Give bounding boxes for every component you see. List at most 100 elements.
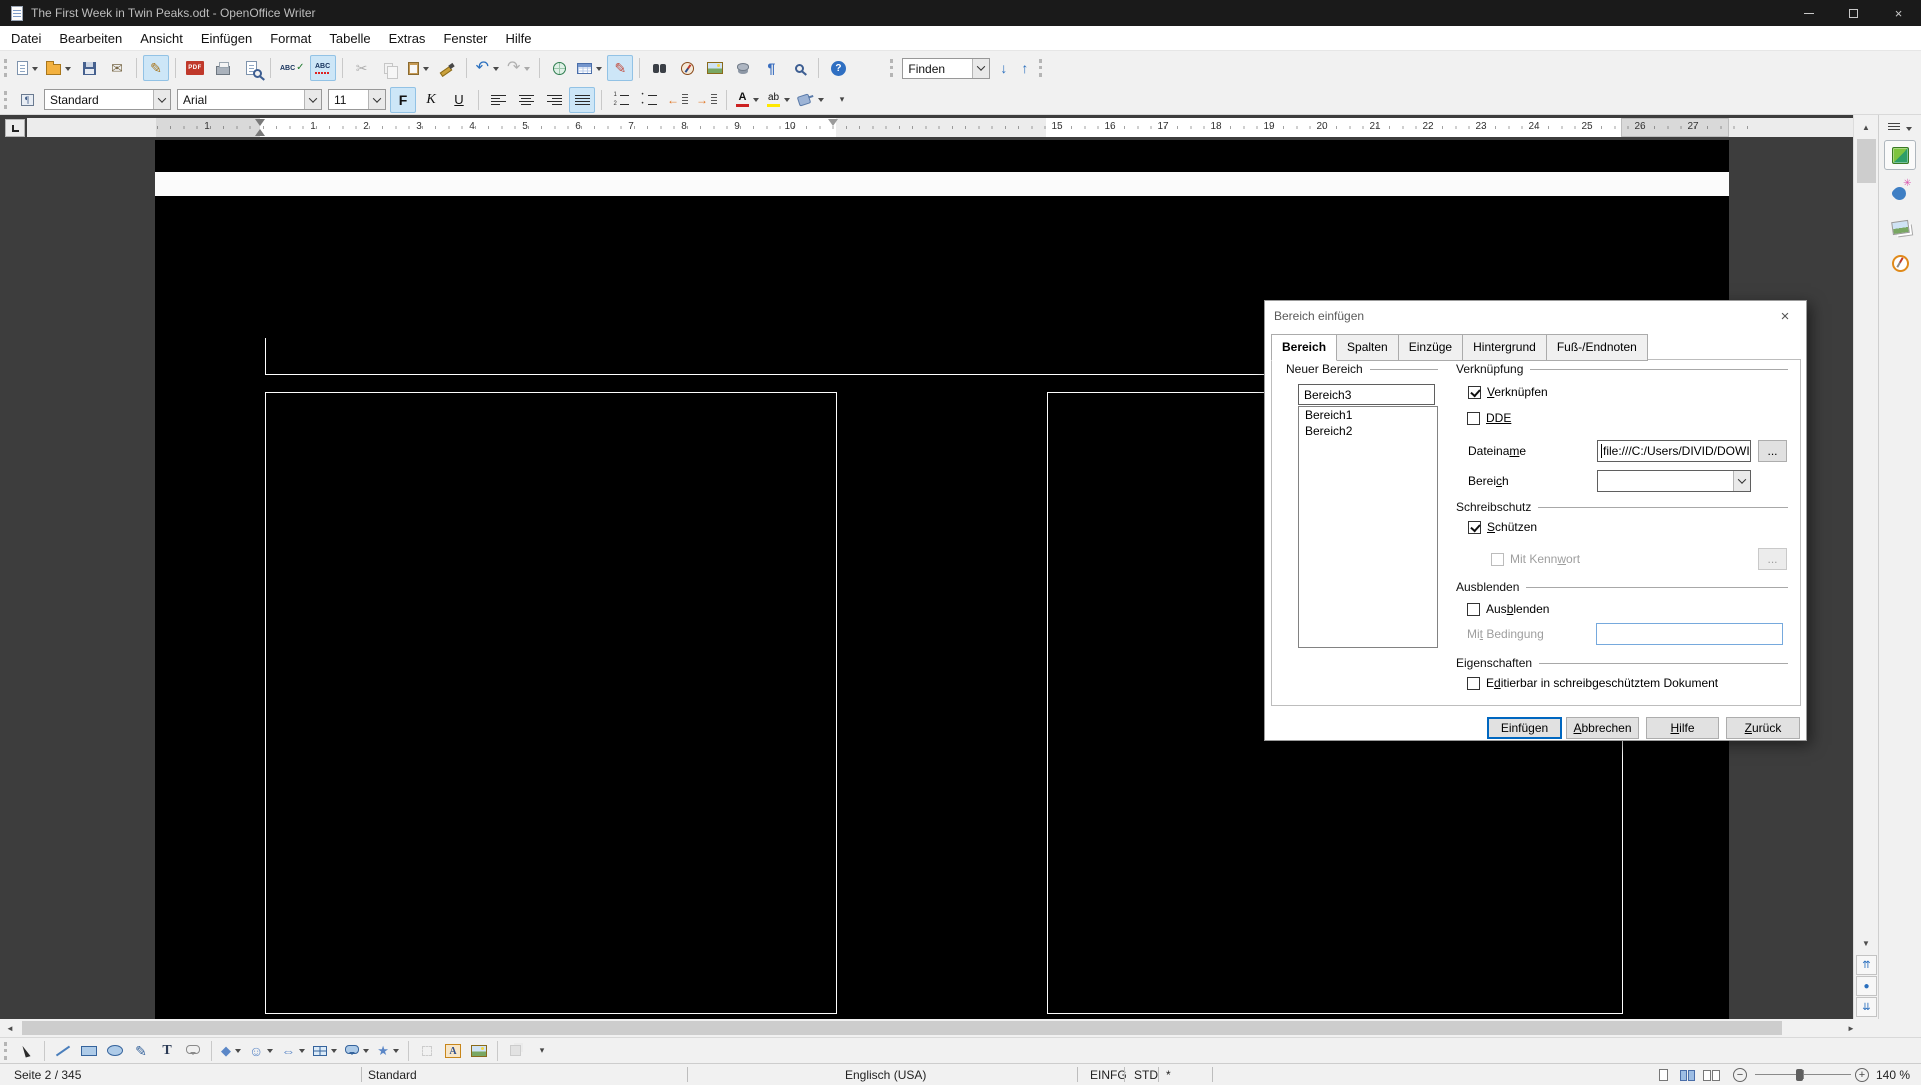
insert-button[interactable]: Einfügen [1487,717,1562,739]
tab-hintergrund[interactable]: Hintergrund [1462,334,1547,361]
scroll-down-icon[interactable]: ▼ [1854,933,1878,953]
symbol-shapes-button[interactable]: ☺ [246,1040,276,1062]
export-pdf-button[interactable]: PDF [182,55,208,81]
tab-spalten[interactable]: Spalten [1336,334,1399,361]
right-indent-marker[interactable] [828,119,838,131]
print-button[interactable] [210,55,236,81]
help-button[interactable]: ? [825,55,851,81]
basic-shapes-button[interactable]: ◆ [218,1040,244,1062]
previous-page-button[interactable]: ⇈ [1856,955,1877,975]
cancel-button[interactable]: Abbrechen [1566,717,1639,739]
open-button[interactable] [43,55,74,81]
dropdown-arrow-icon[interactable] [331,1049,337,1056]
zoom-out-button[interactable]: − [1733,1068,1747,1082]
toolbar-overflow-button[interactable]: ▾ [829,87,855,113]
close-button[interactable]: × [1876,0,1921,26]
chevron-down-icon[interactable] [368,90,385,109]
insert-mode-status[interactable]: EINFG [1090,1068,1127,1082]
find-dropdown-button[interactable] [972,59,989,78]
font-name-combobox[interactable]: Arial [177,89,322,110]
font-color-button[interactable]: A [733,87,762,113]
search-down-button[interactable]: ↓ [993,60,1014,76]
paragraph-style-combobox[interactable]: Standard [44,89,171,110]
align-left-button[interactable] [485,87,511,113]
page-style-status[interactable]: Standard [368,1068,417,1082]
document-modified-status[interactable]: * [1166,1068,1171,1082]
highlighting-button[interactable]: ab [764,87,793,113]
callout-button[interactable] [181,1040,205,1062]
bold-button[interactable]: F [390,87,416,113]
toolbar-grip[interactable] [4,59,7,77]
zoom-in-button[interactable]: + [1855,1068,1869,1082]
next-page-button[interactable]: ⇊ [1856,997,1877,1017]
vertical-scrollbar[interactable]: ▲ ▼ ⇈ ● ⇊ [1853,115,1878,1019]
section-column-1[interactable] [265,392,837,1014]
paste-button[interactable] [405,55,432,81]
text-box-button[interactable]: T [155,1040,179,1062]
picture-from-file-button[interactable] [467,1040,491,1062]
hide-checkbox[interactable]: Ausblenden [1467,602,1549,616]
toolbar-grip[interactable] [1039,59,1042,77]
book-view-icon[interactable] [1702,1068,1721,1082]
dropdown-arrow-icon[interactable] [493,67,499,74]
section-list-item[interactable]: Bereich1 [1299,407,1437,423]
selection-mode-status[interactable]: STD [1134,1068,1158,1082]
maximize-button[interactable] [1831,0,1876,26]
multi-page-view-icon[interactable] [1678,1068,1697,1082]
line-button[interactable] [51,1040,75,1062]
find-input[interactable]: Finden [902,58,990,79]
dropdown-arrow-icon[interactable] [363,1049,369,1056]
spellcheck-button[interactable]: ABC✓ [277,55,308,81]
rectangle-button[interactable] [77,1040,101,1062]
dropdown-arrow-icon[interactable] [393,1049,399,1056]
sidebar-gallery-tab[interactable] [1884,212,1916,242]
menu-ansicht[interactable]: Ansicht [131,28,192,49]
data-sources-button[interactable] [730,55,756,81]
zoom-level-status[interactable]: 140 % [1876,1068,1910,1082]
protect-checkbox[interactable]: Schützen [1467,520,1537,534]
minimize-button[interactable] [1786,0,1831,26]
dropdown-arrow-icon[interactable] [784,98,790,105]
section-list-item[interactable]: Bereich2 [1299,423,1437,439]
scroll-left-icon[interactable]: ◄ [0,1019,20,1037]
scroll-right-icon[interactable]: ► [1841,1019,1861,1037]
styles-window-button[interactable]: ¶ [14,87,40,113]
dde-checkbox[interactable]: DDE [1467,411,1511,425]
menu-einfgen[interactable]: Einfügen [192,28,261,49]
tab-einzüge[interactable]: Einzüge [1398,334,1463,361]
zoom-button[interactable] [786,55,812,81]
filename-input[interactable]: file:///C:/Users/DIVID/DOWI [1597,440,1751,462]
dropdown-arrow-icon[interactable] [524,67,530,74]
flowchart-button[interactable] [310,1040,340,1062]
edit-file-button[interactable]: ✎ [143,55,169,81]
undo-button[interactable]: ↶ [473,55,502,81]
dialog-close-button[interactable]: × [1764,301,1806,331]
search-up-button[interactable]: ↑ [1014,60,1035,76]
stars-button[interactable]: ★ [374,1040,402,1062]
sidebar-properties-tab[interactable] [1884,140,1916,170]
tab-bereich[interactable]: Bereich [1271,334,1337,361]
sidebar-settings-button[interactable] [1888,123,1912,134]
menu-format[interactable]: Format [261,28,320,49]
align-justify-button[interactable] [569,87,595,113]
decrease-indent-button[interactable]: ← [664,87,691,113]
menu-hilfe[interactable]: Hilfe [497,28,541,49]
block-arrows-button[interactable]: ⇔ [278,1040,308,1062]
dropdown-arrow-icon[interactable] [753,98,759,105]
draw-functions-button[interactable]: ✎ [607,55,633,81]
document-page-1[interactable] [155,140,1729,172]
menu-extras[interactable]: Extras [380,28,435,49]
sidebar-styles-tab[interactable] [1884,176,1916,206]
freeform-line-button[interactable]: ✎ [129,1040,153,1062]
language-status[interactable]: Englisch (USA) [845,1068,926,1082]
sidebar-navigator-tab[interactable] [1884,248,1916,278]
select-button[interactable] [14,1040,38,1062]
toolbar-grip[interactable] [4,1042,7,1060]
tab-fußendnoten[interactable]: Fuß-/Endnoten [1546,334,1648,361]
back-button[interactable]: Zurück [1726,717,1800,739]
align-center-button[interactable] [513,87,539,113]
format-paintbrush-button[interactable] [434,55,460,81]
navigation-button[interactable]: ● [1856,976,1877,996]
align-right-button[interactable] [541,87,567,113]
hyperlink-button[interactable] [546,55,572,81]
